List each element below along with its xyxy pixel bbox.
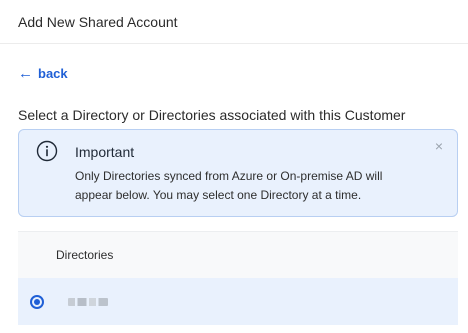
- important-alert: Important Only Directories synced from A…: [18, 129, 458, 217]
- table-row[interactable]: [18, 278, 458, 325]
- close-icon[interactable]: ×: [435, 138, 443, 154]
- column-directories: Directories: [56, 248, 114, 262]
- directory-prompt: Select a Directory or Directories associ…: [18, 107, 406, 123]
- alert-title: Important: [75, 144, 135, 160]
- directories-table: Directories: [18, 231, 458, 325]
- dialog-header: Add New Shared Account: [0, 0, 468, 44]
- info-icon: [36, 140, 58, 162]
- back-link[interactable]: ← back: [18, 66, 68, 81]
- dialog-title: Add New Shared Account: [18, 13, 178, 30]
- table-header: Directories: [18, 231, 458, 278]
- back-label: back: [38, 66, 68, 81]
- alert-body: Only Directories synced from Azure or On…: [75, 169, 383, 202]
- redacted-directory-name: [68, 297, 108, 306]
- directory-radio[interactable]: [30, 294, 44, 309]
- arrow-left-icon: ←: [18, 65, 33, 82]
- radio-selected-dot: [34, 298, 40, 305]
